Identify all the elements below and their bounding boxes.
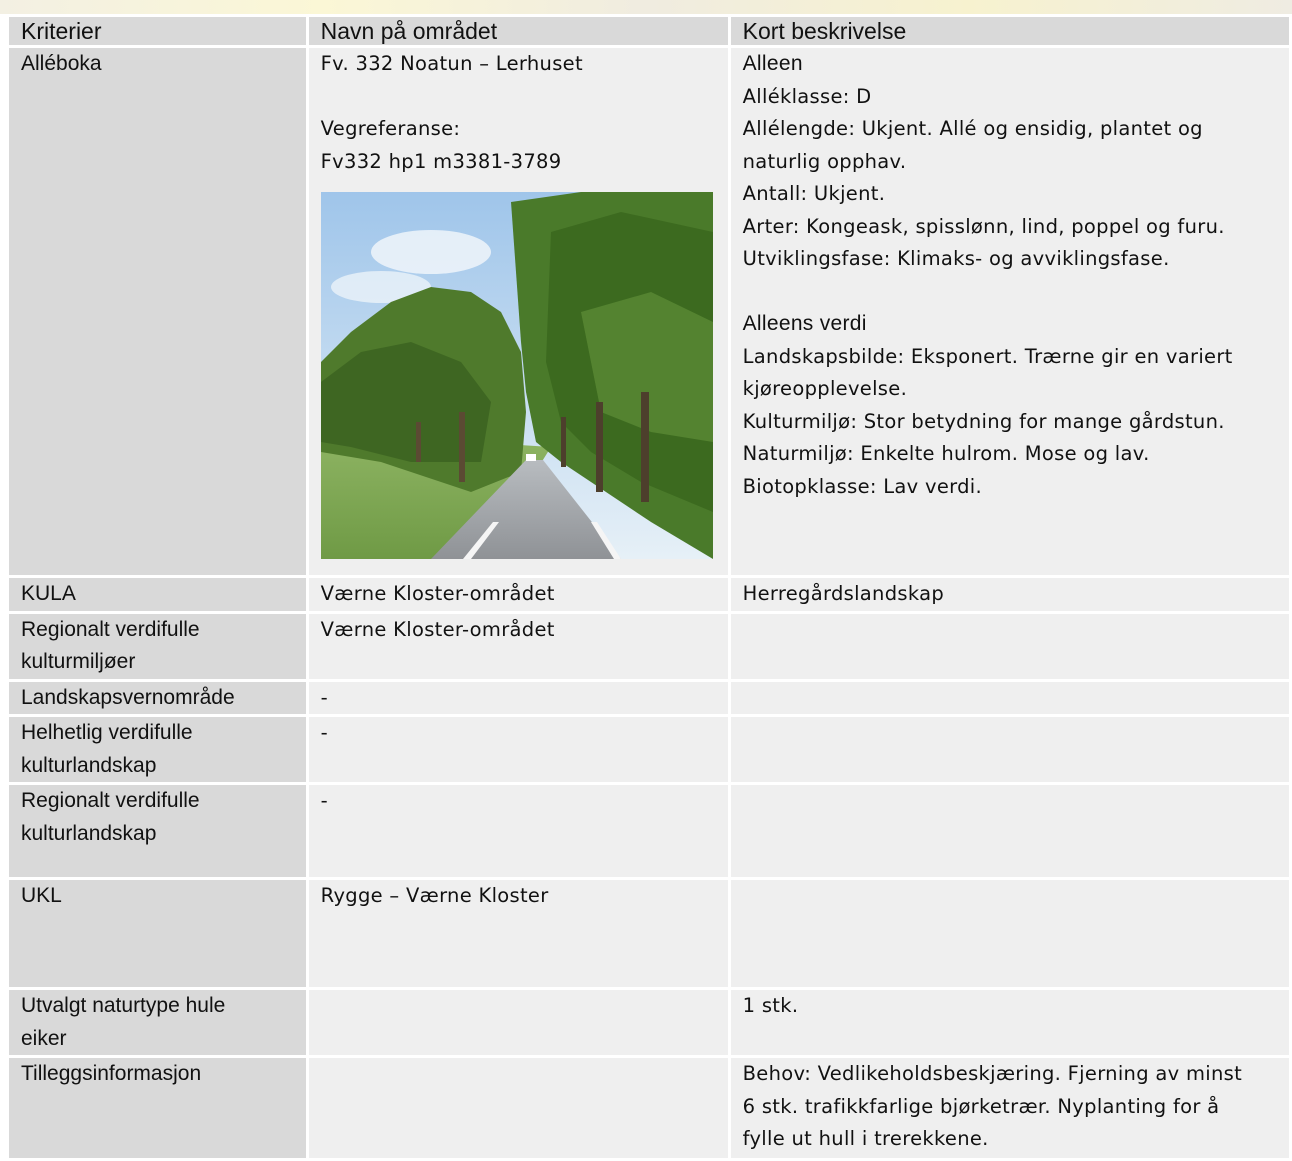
header-description: Kort beskrivelse (730, 17, 1289, 45)
desc-line: Arter: Kongeask, spisslønn, lind, poppel… (742, 214, 1225, 238)
description-cell: 1 stk. (730, 990, 1289, 1055)
desc-line: Kulturmiljø: Stor betydning for mange gå… (742, 409, 1225, 433)
row-label: Tilleggsinformasjon (9, 1058, 306, 1158)
row-label: KULA (9, 578, 306, 611)
desc-line: Antall: Ukjent. (742, 182, 886, 205)
row-label: Helhetlig verdifulle kulturlandskap (9, 717, 306, 782)
header-criteria: Kriterier (9, 17, 306, 45)
description-cell (730, 681, 1289, 714)
description-cell (730, 880, 1289, 987)
table-row-regional-cultural-landscape: Regionalt verdifulle kulturlandskap - (9, 785, 1289, 877)
road-name: Fv. 332 Noatun – Lerhuset (320, 52, 583, 75)
area-name-cell (308, 1058, 728, 1158)
description-cell (730, 717, 1289, 782)
table-row-hollow-oaks: Utvalgt naturtype hule eiker 1 stk. (9, 990, 1289, 1055)
desc-line: Alléklasse: D (742, 84, 872, 108)
desc-line: kjøreopplevelse. (742, 377, 908, 400)
area-name-cell: - (308, 717, 728, 782)
table-row-alleboka: Alléboka Fv. 332 Noatun – Lerhuset Vegre… (9, 48, 1289, 575)
desc-line: Allélengde: Ukjent. Allé og ensidig, pla… (742, 117, 1203, 140)
row-label: Regionalt verdifulle kulturlandskap (9, 785, 306, 877)
area-name-cell (308, 990, 728, 1055)
row-label: Regionalt verdifulle kulturmiljøer (9, 613, 306, 679)
desc-line: naturlig opphav. (742, 149, 907, 173)
area-name-cell: - (308, 785, 728, 877)
row-label: UKL (9, 880, 306, 987)
description-cell: Behov: Vedlikeholdsbeskjæring. Fjerning … (730, 1058, 1289, 1158)
desc-line: Utviklingsfase: Klimaks- og avviklingsfa… (742, 247, 1170, 270)
table-row-regional-cultural-environments: Regionalt verdifulle kulturmiljøer Værne… (9, 613, 1289, 679)
road-ref-value: Fv332 hp1 m3381-3789 (320, 149, 562, 173)
alleens-verdi-heading: Alleens verdi (742, 312, 867, 335)
row-label: Landskapsvernområde (9, 681, 306, 714)
top-decorative-strip (0, 0, 1292, 14)
area-name-cell: Værne Kloster-området (308, 578, 728, 611)
avenue-photo (320, 192, 713, 559)
desc-line: Biotopklasse: Lav verdi. (742, 474, 983, 498)
area-name-cell: Værne Kloster-området (308, 613, 728, 679)
table-row-landscape-protection: Landskapsvernområde - (9, 681, 1289, 714)
area-name-cell: - (308, 681, 728, 714)
row-label: Utvalgt naturtype hule eiker (9, 990, 306, 1055)
description-cell: Alleen Alléklasse: D Allélengde: Ukjent.… (730, 48, 1289, 575)
desc-line: Landskapsbilde: Eksponert. Trærne gir en… (742, 344, 1233, 368)
area-name-cell: Rygge – Værne Kloster (308, 880, 728, 987)
header-area-name: Navn på området (308, 17, 728, 45)
description-cell (730, 613, 1289, 679)
row-label: Alléboka (9, 48, 306, 575)
desc-line: Naturmiljø: Enkelte hulrom. Mose og lav. (742, 442, 1150, 465)
table-header-row: Kriterier Navn på området Kort beskrivel… (9, 17, 1289, 45)
table-row-ukl: UKL Rygge – Værne Kloster (9, 880, 1289, 987)
criteria-table: Kriterier Navn på området Kort beskrivel… (6, 14, 1292, 1161)
road-ref-label: Vegreferanse: (320, 117, 461, 140)
table-row-holistic-cultural-landscape: Helhetlig verdifulle kulturlandskap - (9, 717, 1289, 782)
area-name-cell: Fv. 332 Noatun – Lerhuset Vegreferanse: … (308, 48, 728, 575)
description-cell (730, 785, 1289, 877)
table-row-kula: KULA Værne Kloster-området Herregårdslan… (9, 578, 1289, 611)
alleen-heading: Alleen (742, 52, 803, 75)
table-row-additional-info: Tilleggsinformasjon Behov: Vedlikeholdsb… (9, 1058, 1289, 1158)
description-cell: Herregårdslandskap (730, 578, 1289, 611)
